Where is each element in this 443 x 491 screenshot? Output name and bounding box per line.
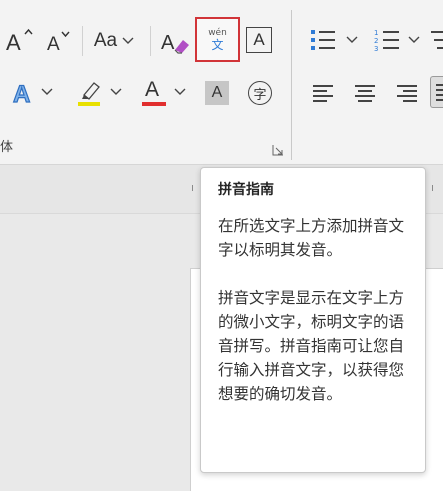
ruler-tick <box>432 185 433 191</box>
chevron-down-icon <box>41 88 53 96</box>
tooltip-title: 拼音指南 <box>218 180 409 200</box>
svg-text:A: A <box>47 34 60 55</box>
text-effects-button[interactable]: A <box>6 75 58 109</box>
enclose-character-label: 字 <box>253 84 266 103</box>
multilevel-list-icon <box>428 22 443 58</box>
font-dialog-launcher[interactable] <box>271 143 285 157</box>
bullets-icon <box>306 22 362 58</box>
character-shading-button[interactable]: A <box>205 81 229 105</box>
phonetic-guide-button[interactable]: wén 文 <box>195 17 240 62</box>
dialog-launcher-icon <box>272 144 284 156</box>
phonetic-bottom-text: 文 <box>211 38 223 52</box>
align-right-button[interactable] <box>392 78 422 108</box>
font-group-label: 体 <box>0 136 13 155</box>
svg-text:2: 2 <box>374 37 378 45</box>
clear-formatting-icon: A <box>158 24 192 58</box>
grow-font-button[interactable]: A <box>3 24 37 58</box>
numbering-button[interactable]: 1 2 3 <box>370 22 426 58</box>
separator <box>150 26 151 56</box>
svg-text:3: 3 <box>374 45 378 53</box>
clear-formatting-button[interactable]: A <box>158 24 192 58</box>
chevron-down-icon <box>110 88 122 96</box>
chevron-down-icon <box>174 88 186 96</box>
font-color-bar <box>142 102 166 106</box>
enclose-characters-button[interactable]: 字 <box>245 78 275 108</box>
ruler-tick <box>192 185 193 191</box>
align-center-button[interactable] <box>350 78 380 108</box>
numbering-icon: 1 2 3 <box>370 22 426 58</box>
highlighter-icon <box>74 77 104 107</box>
svg-text:A: A <box>6 30 21 55</box>
text-effects-icon: A <box>11 77 39 107</box>
align-center-icon <box>353 81 377 105</box>
bullets-button[interactable] <box>306 22 362 58</box>
separator <box>82 26 83 56</box>
grow-font-icon: A <box>3 24 37 58</box>
highlight-color-button[interactable] <box>70 75 126 109</box>
tooltip-paragraph-1: 在所选文字上方添加拼音文字以标明其发音。 <box>218 214 409 262</box>
justify-button[interactable] <box>430 76 443 108</box>
shrink-font-icon: A <box>42 24 74 58</box>
font-color-button[interactable]: A <box>137 75 189 109</box>
svg-text:A: A <box>161 32 175 54</box>
phonetic-top-text: wén <box>208 28 227 38</box>
align-left-button[interactable] <box>308 78 338 108</box>
align-left-icon <box>311 81 335 105</box>
font-color-swatch: A <box>140 77 168 107</box>
phonetic-guide-tooltip: 拼音指南 在所选文字上方添加拼音文字以标明其发音。 拼音文字是显示在文字上方的微… <box>200 167 426 473</box>
character-border-label: A <box>253 30 264 50</box>
multilevel-list-button[interactable] <box>428 22 443 58</box>
change-case-button[interactable]: Aa <box>88 24 140 58</box>
ribbon: A A Aa A wén 文 A <box>0 0 443 165</box>
change-case-label: Aa <box>94 30 117 52</box>
character-border-button[interactable]: A <box>246 27 272 53</box>
character-shading-label: A <box>212 84 223 102</box>
justify-icon <box>432 80 443 104</box>
tooltip-paragraph-2: 拼音文字是显示在文字上方的微小文字，标明文字的语音拼写。拼音指南可让您自行输入拼… <box>218 286 409 406</box>
chevron-down-icon <box>122 37 134 45</box>
font-color-label: A <box>145 78 159 102</box>
shrink-font-button[interactable]: A <box>42 24 74 58</box>
svg-text:A: A <box>13 81 30 107</box>
svg-text:1: 1 <box>374 29 378 37</box>
enclose-circle: 字 <box>248 81 272 105</box>
separator <box>291 10 292 160</box>
align-right-icon <box>395 81 419 105</box>
